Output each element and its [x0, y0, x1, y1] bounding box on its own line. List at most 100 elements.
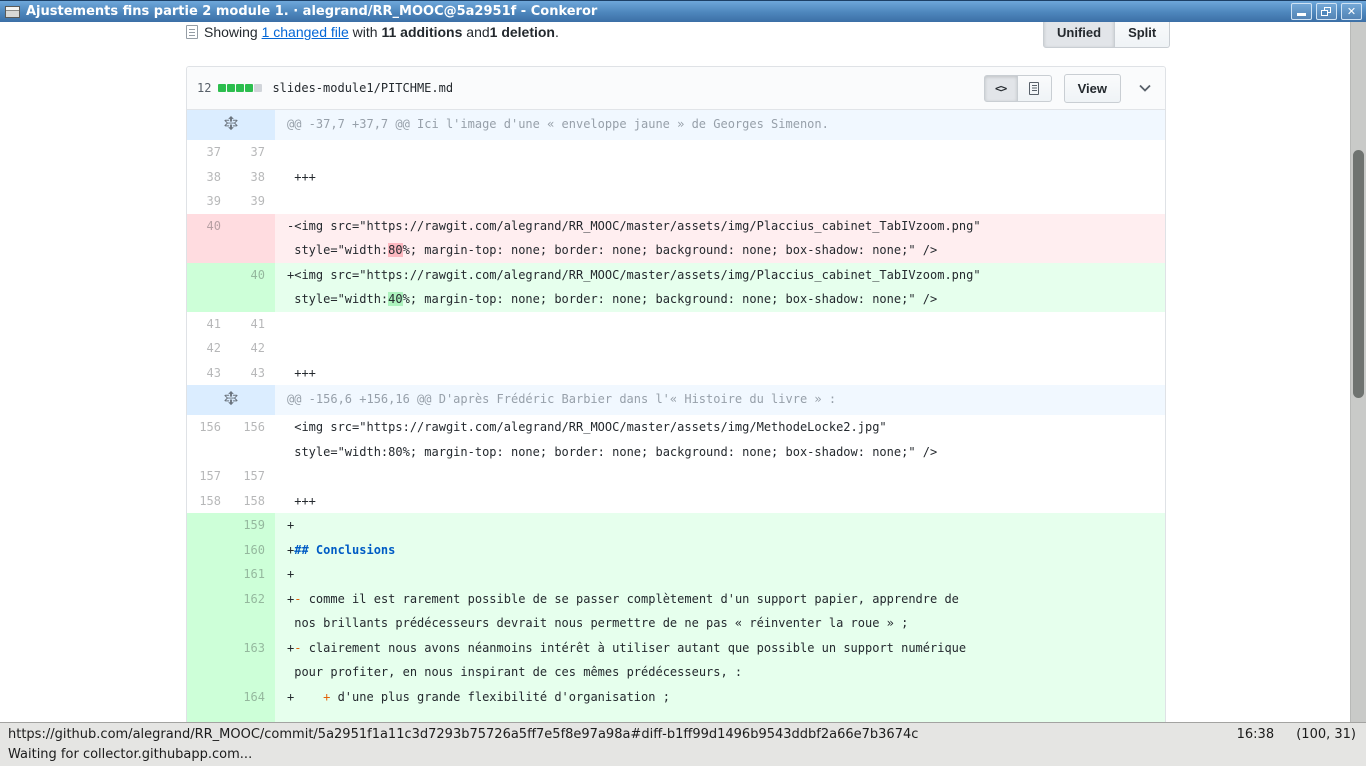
line-number-old[interactable]: 156 [187, 415, 231, 464]
line-number-old[interactable] [187, 513, 231, 538]
line-number-new[interactable]: 161 [231, 562, 275, 587]
diff-line-row: 157157 [187, 464, 1165, 489]
code-line: +++ [275, 361, 1165, 386]
line-number-new[interactable]: 156 [231, 415, 275, 464]
line-number-new[interactable]: 43 [231, 361, 275, 386]
diffstat-block-add [218, 84, 226, 92]
split-view-button[interactable]: Split [1115, 22, 1170, 48]
diff-line-row: 3838 +++ [187, 165, 1165, 190]
rendered-doc-icon [1029, 82, 1039, 95]
scrollbar-thumb[interactable] [1353, 150, 1364, 398]
status-bar: https://github.com/alegrand/RR_MOOC/comm… [0, 722, 1366, 766]
source-view-button[interactable]: <> [984, 75, 1018, 102]
browser-viewport: Showing 1 changed file with 11 additions… [0, 22, 1366, 722]
rendered-view-button[interactable] [1018, 75, 1052, 102]
line-number-old[interactable]: 42 [187, 336, 231, 361]
line-number-new[interactable]: 162 [231, 587, 275, 636]
line-number-old[interactable] [187, 685, 231, 710]
code-line [275, 189, 1165, 214]
diff-line-row: 156156 <img src="https://rawgit.com/aleg… [187, 415, 1165, 464]
code-line [275, 312, 1165, 337]
diff-hunk-row: @@ -156,6 +156,16 @@ D'après Frédéric Ba… [187, 385, 1165, 415]
vertical-scrollbar[interactable] [1350, 22, 1366, 722]
line-number-new[interactable]: 39 [231, 189, 275, 214]
status-caret-position: (100, 31) [1296, 727, 1356, 742]
line-number-old[interactable]: 39 [187, 189, 231, 214]
close-button[interactable]: ✕ [1341, 3, 1362, 20]
line-number-new[interactable] [231, 709, 275, 722]
diffstat-block-add [227, 84, 235, 92]
line-number-old[interactable]: 43 [187, 361, 231, 386]
diff-file-icon [186, 25, 198, 39]
diff-line-row: 163+- clairement nous avons néanmoins in… [187, 636, 1165, 685]
window-titlebar[interactable]: Ajustements fins partie 2 module 1. · al… [0, 0, 1366, 22]
line-number-old[interactable]: 38 [187, 165, 231, 190]
window-icon [5, 6, 20, 18]
line-number-new[interactable]: 159 [231, 513, 275, 538]
line-number-new[interactable]: 157 [231, 464, 275, 489]
code-line: + + d'une plus grande flexibilité d'orga… [275, 685, 1165, 710]
line-number-new[interactable]: 38 [231, 165, 275, 190]
line-number-new[interactable]: 163 [231, 636, 275, 685]
code-line: -<img src="https://rawgit.com/alegrand/R… [275, 214, 1165, 263]
window-title: Ajustements fins partie 2 module 1. · al… [26, 4, 597, 19]
code-line [275, 464, 1165, 489]
line-number-old[interactable] [187, 562, 231, 587]
diff-hunk-row: @@ -37,7 +37,7 @@ Ici l'image d'une « en… [187, 110, 1165, 140]
diffstat-block-neutral [254, 84, 262, 92]
unified-view-button[interactable]: Unified [1043, 22, 1115, 48]
line-number-new[interactable]: 37 [231, 140, 275, 165]
hunk-expand-button[interactable] [187, 110, 275, 140]
line-number-old[interactable]: 157 [187, 464, 231, 489]
code-line: +## Conclusions [275, 538, 1165, 563]
code-line: +++ [275, 165, 1165, 190]
diff-line-row: 4242 [187, 336, 1165, 361]
line-number-old[interactable]: 37 [187, 140, 231, 165]
view-file-button[interactable]: View [1064, 74, 1121, 103]
changed-file-link[interactable]: 1 changed file [262, 24, 349, 40]
diff-line-row: 3737 [187, 140, 1165, 165]
unfold-icon [224, 391, 238, 406]
code-line: +- clairement nous avons néanmoins intér… [275, 636, 1165, 685]
hunk-header-text: @@ -156,6 +156,16 @@ D'après Frédéric Ba… [275, 385, 1165, 415]
maximize-button[interactable] [1316, 3, 1337, 20]
code-line [275, 140, 1165, 165]
code-line: + [275, 562, 1165, 587]
line-number-new[interactable]: 40 [231, 263, 275, 312]
code-line [275, 336, 1165, 361]
file-options-dropdown[interactable] [1135, 78, 1155, 98]
showing-label: Showing [204, 24, 258, 40]
line-number-old[interactable]: 40 [187, 214, 231, 263]
diff-line-row [187, 709, 1165, 722]
diff-line-row: 4343 +++ [187, 361, 1165, 386]
close-icon: ✕ [1342, 4, 1361, 19]
hunk-expand-button[interactable] [187, 385, 275, 415]
changed-files-summary: Showing 1 changed file with 11 additions… [186, 24, 559, 40]
line-number-old[interactable]: 158 [187, 489, 231, 514]
line-number-old[interactable] [187, 587, 231, 636]
diff-line-row: 160+## Conclusions [187, 538, 1165, 563]
diff-line-row: 162+- comme il est rarement possible de … [187, 587, 1165, 636]
line-number-old[interactable] [187, 636, 231, 685]
line-number-old[interactable] [187, 263, 231, 312]
status-clock: 16:38 [1237, 727, 1274, 742]
minimize-button[interactable] [1291, 3, 1312, 20]
file-path: slides-module1/PITCHME.md [272, 81, 453, 95]
status-message: Waiting for collector.githubapp.com... [8, 747, 252, 762]
line-number-old[interactable] [187, 709, 231, 722]
diff-line-row: 164+ + d'une plus grande flexibilité d'o… [187, 685, 1165, 710]
line-number-old[interactable] [187, 538, 231, 563]
line-number-old[interactable]: 41 [187, 312, 231, 337]
line-number-new[interactable] [231, 214, 275, 263]
line-number-new[interactable]: 160 [231, 538, 275, 563]
line-number-new[interactable]: 41 [231, 312, 275, 337]
code-line: +<img src="https://rawgit.com/alegrand/R… [275, 263, 1165, 312]
line-number-new[interactable]: 158 [231, 489, 275, 514]
line-number-new[interactable]: 164 [231, 685, 275, 710]
chevron-down-icon [1139, 84, 1151, 92]
status-url: https://github.com/alegrand/RR_MOOC/comm… [8, 727, 1219, 742]
diff-table: @@ -37,7 +37,7 @@ Ici l'image d'une « en… [187, 110, 1165, 722]
file-diff-panel: 12 slides-module1/PITCHME.md <> View @@ … [186, 66, 1166, 722]
line-number-new[interactable]: 42 [231, 336, 275, 361]
deletions-count: 1 deletion [490, 24, 555, 40]
